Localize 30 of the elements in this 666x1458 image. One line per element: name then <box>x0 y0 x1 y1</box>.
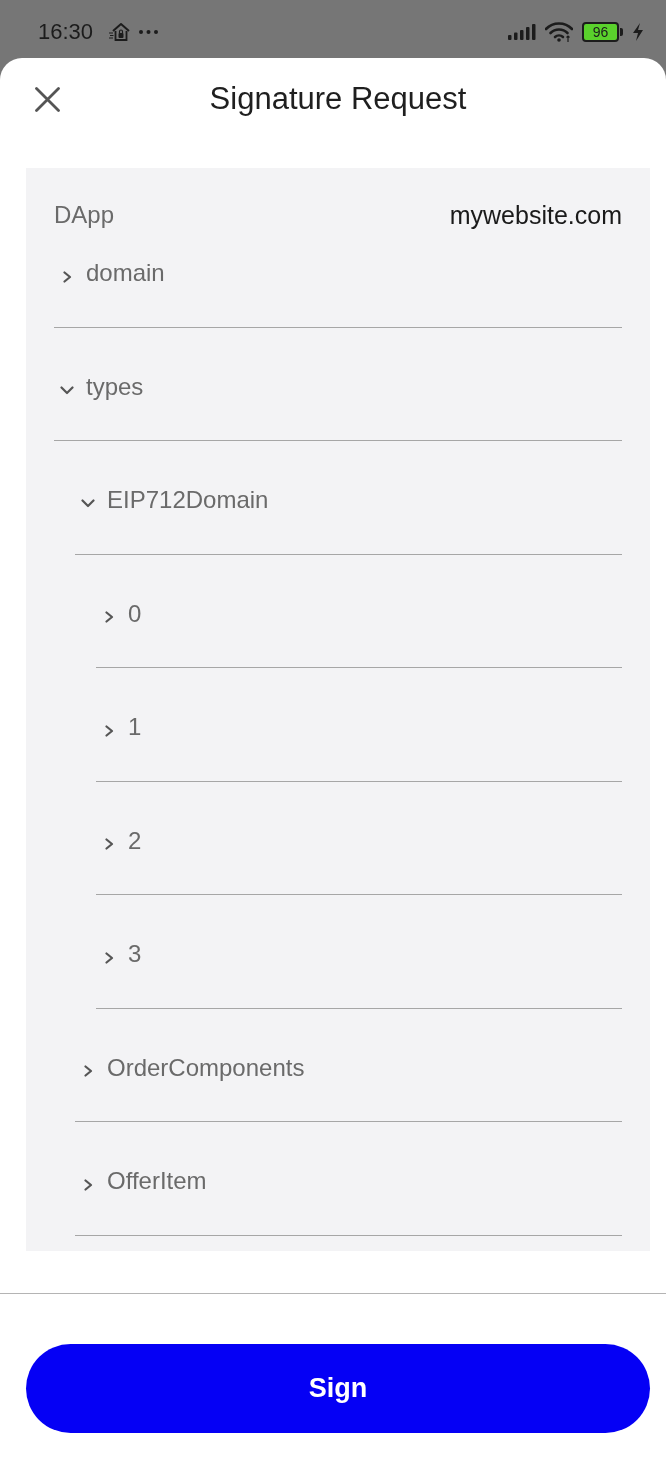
chevron-right-icon[interactable] <box>84 1178 93 1191</box>
tree-toggle[interactable]: domain <box>63 261 165 285</box>
chevron-right-icon[interactable] <box>63 270 72 283</box>
status-time: 16:30 <box>38 19 94 45</box>
detail-label: DApp <box>54 203 115 227</box>
tree-toggle[interactable]: 0 <box>105 601 142 626</box>
chevron-right-icon[interactable] <box>105 724 114 737</box>
tree-toggle[interactable]: 3 <box>105 942 142 966</box>
tree-toggle[interactable]: OfferItem <box>84 1169 207 1193</box>
chevron-down-icon[interactable] <box>60 385 74 395</box>
house-lock-icon <box>109 22 132 42</box>
close-button[interactable] <box>33 85 61 113</box>
wifi-icon <box>545 22 573 42</box>
tree-toggle[interactable]: OrderComponents <box>84 1055 305 1080</box>
more-dots-icon <box>139 30 159 34</box>
sheet-title: Signature Request <box>208 81 467 117</box>
sign-button[interactable]: Sign <box>26 1344 650 1433</box>
charging-bolt-icon <box>632 23 644 41</box>
chevron-right-icon[interactable] <box>105 951 114 964</box>
chevron-right-icon[interactable] <box>105 838 114 850</box>
detail-value: mywebsite.com <box>449 203 622 227</box>
tree-toggle[interactable]: 2 <box>105 828 142 853</box>
tree-toggle[interactable]: types <box>60 374 144 399</box>
chevron-down-icon[interactable] <box>81 499 95 508</box>
signal-icon <box>508 24 536 40</box>
tree-toggle[interactable]: 1 <box>105 715 142 739</box>
chevron-right-icon[interactable] <box>105 611 114 623</box>
chevron-right-icon[interactable] <box>84 1065 93 1077</box>
close-icon <box>34 86 60 112</box>
tree-toggle[interactable]: EIP712Domain <box>81 488 269 512</box>
